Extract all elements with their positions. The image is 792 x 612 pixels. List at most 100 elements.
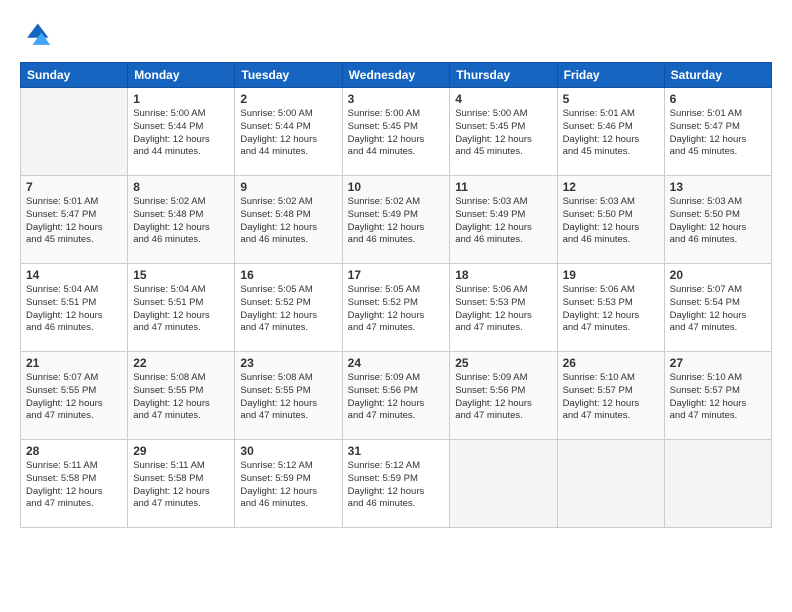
- calendar-cell: 7Sunrise: 5:01 AM Sunset: 5:47 PM Daylig…: [21, 176, 128, 264]
- day-number: 16: [240, 268, 336, 282]
- calendar-cell: 31 Sunrise: 5:12 AM Sunset: 5:59 PM Dayli…: [342, 440, 450, 528]
- calendar-cell: 23 Sunrise: 5:08 AM Sunset: 5:55 PM Dayli…: [235, 352, 342, 440]
- day-info: Sunrise: 5:00 AM Sunset: 5:44 PM Dayligh…: [133, 108, 229, 159]
- day-number: 27: [670, 356, 766, 370]
- day-info: Sunrise: 5:06 AM Sunset: 5:53 PM Dayligh…: [455, 284, 551, 335]
- day-number: 12: [563, 180, 659, 194]
- calendar-cell: 26 Sunrise: 5:10 AM Sunset: 5:57 PM Dayli…: [557, 352, 664, 440]
- day-number: 9: [240, 180, 336, 194]
- week-row-1: 1 Sunrise: 5:00 AM Sunset: 5:44 PM Daylig…: [21, 88, 772, 176]
- day-info: Sunrise: 5:10 AM Sunset: 5:57 PM Dayligh…: [670, 372, 766, 423]
- calendar-cell: 10 Sunrise: 5:02 AM Sunset: 5:49 PM Dayli…: [342, 176, 450, 264]
- weekday-monday: Monday: [128, 63, 235, 88]
- day-number: 24: [348, 356, 445, 370]
- day-number: 8: [133, 180, 229, 194]
- day-info: Sunrise: 5:08 AM Sunset: 5:55 PM Dayligh…: [240, 372, 336, 423]
- header: [20, 20, 772, 52]
- day-number: 30: [240, 444, 336, 458]
- weekday-tuesday: Tuesday: [235, 63, 342, 88]
- day-number: 15: [133, 268, 229, 282]
- day-info: Sunrise: 5:10 AM Sunset: 5:57 PM Dayligh…: [563, 372, 659, 423]
- day-number: 31: [348, 444, 445, 458]
- day-info: Sunrise: 5:03 AM Sunset: 5:50 PM Dayligh…: [670, 196, 766, 247]
- day-number: 22: [133, 356, 229, 370]
- weekday-saturday: Saturday: [664, 63, 771, 88]
- day-number: 4: [455, 92, 551, 106]
- calendar-cell: 18Sunrise: 5:06 AM Sunset: 5:53 PM Dayli…: [450, 264, 557, 352]
- calendar-cell: 1 Sunrise: 5:00 AM Sunset: 5:44 PM Daylig…: [128, 88, 235, 176]
- calendar-cell: 11Sunrise: 5:03 AM Sunset: 5:49 PM Dayli…: [450, 176, 557, 264]
- week-row-2: 7Sunrise: 5:01 AM Sunset: 5:47 PM Daylig…: [21, 176, 772, 264]
- day-number: 7: [26, 180, 122, 194]
- calendar-cell: 16 Sunrise: 5:05 AM Sunset: 5:52 PM Dayli…: [235, 264, 342, 352]
- calendar-cell: [664, 440, 771, 528]
- logo: [20, 20, 56, 52]
- day-number: 2: [240, 92, 336, 106]
- calendar-cell: 30 Sunrise: 5:12 AM Sunset: 5:59 PM Dayli…: [235, 440, 342, 528]
- calendar-cell: 19 Sunrise: 5:06 AM Sunset: 5:53 PM Dayli…: [557, 264, 664, 352]
- day-info: Sunrise: 5:05 AM Sunset: 5:52 PM Dayligh…: [348, 284, 445, 335]
- calendar-cell: [21, 88, 128, 176]
- calendar-cell: 28 Sunrise: 5:11 AM Sunset: 5:58 PM Dayli…: [21, 440, 128, 528]
- calendar-cell: 27 Sunrise: 5:10 AM Sunset: 5:57 PM Dayli…: [664, 352, 771, 440]
- day-number: 13: [670, 180, 766, 194]
- calendar-cell: [557, 440, 664, 528]
- day-info: Sunrise: 5:00 AM Sunset: 5:45 PM Dayligh…: [348, 108, 445, 159]
- weekday-thursday: Thursday: [450, 63, 557, 88]
- day-info: Sunrise: 5:11 AM Sunset: 5:58 PM Dayligh…: [26, 460, 122, 511]
- day-number: 14: [26, 268, 122, 282]
- day-number: 17: [348, 268, 445, 282]
- calendar-cell: 15 Sunrise: 5:04 AM Sunset: 5:51 PM Dayli…: [128, 264, 235, 352]
- week-row-4: 21 Sunrise: 5:07 AM Sunset: 5:55 PM Dayli…: [21, 352, 772, 440]
- day-info: Sunrise: 5:07 AM Sunset: 5:55 PM Dayligh…: [26, 372, 122, 423]
- day-info: Sunrise: 5:08 AM Sunset: 5:55 PM Dayligh…: [133, 372, 229, 423]
- calendar-cell: 13 Sunrise: 5:03 AM Sunset: 5:50 PM Dayli…: [664, 176, 771, 264]
- calendar-cell: 9 Sunrise: 5:02 AM Sunset: 5:48 PM Daylig…: [235, 176, 342, 264]
- day-info: Sunrise: 5:07 AM Sunset: 5:54 PM Dayligh…: [670, 284, 766, 335]
- day-info: Sunrise: 5:04 AM Sunset: 5:51 PM Dayligh…: [26, 284, 122, 335]
- day-number: 6: [670, 92, 766, 106]
- day-number: 21: [26, 356, 122, 370]
- calendar-cell: 3 Sunrise: 5:00 AM Sunset: 5:45 PM Daylig…: [342, 88, 450, 176]
- weekday-sunday: Sunday: [21, 63, 128, 88]
- day-info: Sunrise: 5:02 AM Sunset: 5:48 PM Dayligh…: [240, 196, 336, 247]
- day-number: 25: [455, 356, 551, 370]
- calendar-cell: 17 Sunrise: 5:05 AM Sunset: 5:52 PM Dayli…: [342, 264, 450, 352]
- day-info: Sunrise: 5:12 AM Sunset: 5:59 PM Dayligh…: [348, 460, 445, 511]
- calendar-cell: 24 Sunrise: 5:09 AM Sunset: 5:56 PM Dayli…: [342, 352, 450, 440]
- weekday-wednesday: Wednesday: [342, 63, 450, 88]
- calendar-cell: 14 Sunrise: 5:04 AM Sunset: 5:51 PM Dayli…: [21, 264, 128, 352]
- day-info: Sunrise: 5:00 AM Sunset: 5:44 PM Dayligh…: [240, 108, 336, 159]
- day-info: Sunrise: 5:09 AM Sunset: 5:56 PM Dayligh…: [348, 372, 445, 423]
- calendar-cell: 21 Sunrise: 5:07 AM Sunset: 5:55 PM Dayli…: [21, 352, 128, 440]
- day-info: Sunrise: 5:02 AM Sunset: 5:48 PM Dayligh…: [133, 196, 229, 247]
- day-info: Sunrise: 5:03 AM Sunset: 5:50 PM Dayligh…: [563, 196, 659, 247]
- day-number: 23: [240, 356, 336, 370]
- calendar-cell: 22 Sunrise: 5:08 AM Sunset: 5:55 PM Dayli…: [128, 352, 235, 440]
- day-number: 28: [26, 444, 122, 458]
- day-number: 10: [348, 180, 445, 194]
- weekday-friday: Friday: [557, 63, 664, 88]
- day-info: Sunrise: 5:02 AM Sunset: 5:49 PM Dayligh…: [348, 196, 445, 247]
- day-info: Sunrise: 5:12 AM Sunset: 5:59 PM Dayligh…: [240, 460, 336, 511]
- week-row-5: 28 Sunrise: 5:11 AM Sunset: 5:58 PM Dayli…: [21, 440, 772, 528]
- day-number: 26: [563, 356, 659, 370]
- day-number: 5: [563, 92, 659, 106]
- calendar-cell: 5 Sunrise: 5:01 AM Sunset: 5:46 PM Daylig…: [557, 88, 664, 176]
- day-info: Sunrise: 5:05 AM Sunset: 5:52 PM Dayligh…: [240, 284, 336, 335]
- day-info: Sunrise: 5:01 AM Sunset: 5:46 PM Dayligh…: [563, 108, 659, 159]
- calendar-cell: 29Sunrise: 5:11 AM Sunset: 5:58 PM Dayli…: [128, 440, 235, 528]
- day-info: Sunrise: 5:01 AM Sunset: 5:47 PM Dayligh…: [670, 108, 766, 159]
- day-info: Sunrise: 5:06 AM Sunset: 5:53 PM Dayligh…: [563, 284, 659, 335]
- calendar-cell: [450, 440, 557, 528]
- day-number: 3: [348, 92, 445, 106]
- day-number: 1: [133, 92, 229, 106]
- page: SundayMondayTuesdayWednesdayThursdayFrid…: [0, 0, 792, 612]
- weekday-header-row: SundayMondayTuesdayWednesdayThursdayFrid…: [21, 63, 772, 88]
- calendar-cell: 12 Sunrise: 5:03 AM Sunset: 5:50 PM Dayli…: [557, 176, 664, 264]
- day-info: Sunrise: 5:04 AM Sunset: 5:51 PM Dayligh…: [133, 284, 229, 335]
- calendar-cell: 2 Sunrise: 5:00 AM Sunset: 5:44 PM Daylig…: [235, 88, 342, 176]
- day-number: 11: [455, 180, 551, 194]
- day-number: 19: [563, 268, 659, 282]
- week-row-3: 14 Sunrise: 5:04 AM Sunset: 5:51 PM Dayli…: [21, 264, 772, 352]
